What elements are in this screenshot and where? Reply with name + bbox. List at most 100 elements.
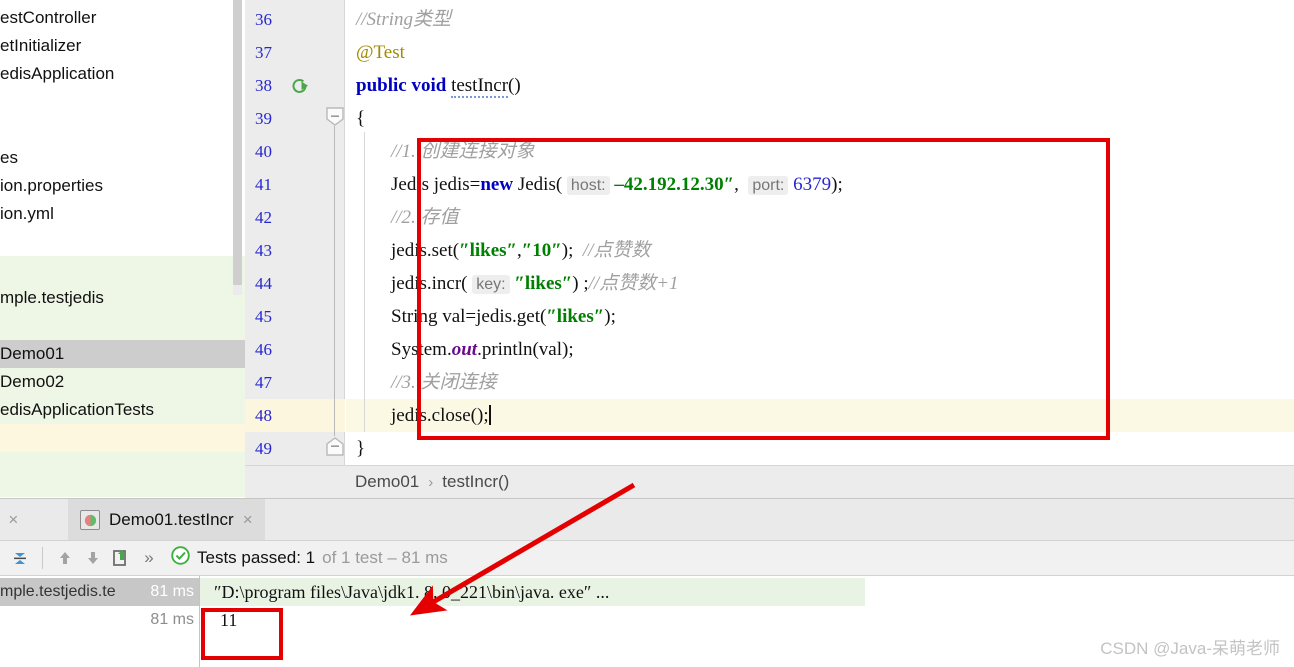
code-token: testIncr [451,75,508,98]
code-editor[interactable]: 3637383940414243444546474849 //String类型 @… [245,0,1294,465]
code-line[interactable]: jedis.incr( key: ″likes″) ;//点赞数+1 [346,267,1294,300]
code-token: //2. 存值 [391,207,459,228]
project-tree-item[interactable]: estController [0,4,245,32]
arrow-up-icon[interactable] [51,544,79,572]
code-token: @Test [356,42,405,63]
project-tree-item[interactable]: Demo01 [0,340,245,368]
project-tree-spacer [0,88,245,116]
code-token: jedis.incr( [391,273,472,294]
fold-region-line [334,126,335,436]
code-token: //点赞数 [583,240,651,261]
line-number: 47 [245,366,345,399]
code-token: , [734,174,748,195]
line-number-label: 46 [255,333,272,366]
line-number: 45 [245,300,345,333]
code-fold-icon[interactable] [325,437,345,459]
line-number: 41 [245,168,345,201]
editor-gutter[interactable]: 3637383940414243444546474849 [245,0,345,465]
export-icon[interactable] [107,544,135,572]
test-status-main: Tests passed: 1 [197,548,315,568]
arrow-down-icon[interactable] [79,544,107,572]
more-actions-icon[interactable]: » [135,544,163,572]
watermark: CSDN @Java-呆萌老师 [1100,634,1280,659]
project-tree-spacer [0,116,245,144]
line-number: 46 [245,333,345,366]
code-token: () [508,75,521,96]
junit-icon [80,510,100,530]
code-token: key: [472,275,509,294]
code-token: jedis.close(); [391,405,489,426]
project-tree-item[interactable]: mple.testjedis [0,284,245,312]
line-number-label: 37 [255,36,272,69]
line-number: 43 [245,234,345,267]
indent-guide [364,132,365,432]
test-results-tree[interactable]: mple.testjedis.te81 ms81 ms [0,576,200,667]
annotation-arrow [380,470,660,650]
line-number-label: 38 [255,69,272,102]
code-token: } [356,438,365,459]
line-number: 37 [245,36,345,69]
project-tree-scrollbar[interactable] [233,0,242,295]
run-test-icon[interactable] [289,75,311,97]
code-line[interactable]: //String类型 [346,3,1294,36]
line-number-label: 40 [255,135,272,168]
project-tree-item[interactable]: edisApplicationTests [0,396,245,424]
close-icon[interactable]: × [243,510,253,530]
tab-demo01-testincr[interactable]: Demo01.testIncr × [68,499,265,541]
editor-code-area[interactable]: //String类型 @Test public void testIncr(){ //… [346,0,1294,465]
code-line[interactable]: public void testIncr() [346,69,1294,102]
project-tree-spacer [0,312,245,340]
project-tree-panel[interactable]: estControlleretInitializeredisApplicatio… [0,0,245,497]
code-line[interactable]: Jedis jedis=new Jedis( host: –42.192.12.… [346,168,1294,201]
more-actions-label: » [144,548,153,568]
project-tree-scrollbar-thumb[interactable] [233,0,242,285]
project-tree-item[interactable]: es [0,144,245,172]
code-token: void [411,75,446,96]
project-tree-item[interactable]: ion.properties [0,172,245,200]
line-number-label: 47 [255,366,272,399]
code-token: String val=jedis.get( [391,306,546,327]
close-icon[interactable]: × [8,510,18,530]
project-tree-item[interactable]: Demo02 [0,368,245,396]
code-line[interactable]: //2. 存值 [346,201,1294,234]
code-line[interactable]: { [346,102,1294,135]
code-token: Jedis( [513,174,567,195]
code-token: System. [391,339,452,360]
line-number-label: 42 [255,201,272,234]
ide-window: estControlleretInitializeredisApplicatio… [0,0,1294,667]
test-tree-row-duration: 81 ms [150,578,200,606]
collapse-all-icon[interactable] [6,544,34,572]
tab-configuration[interactable]: tion × [0,499,30,541]
code-token: //String类型 [356,9,451,30]
code-token: out [452,339,477,360]
code-token: //1. 创建连接对象 [391,141,535,162]
code-line[interactable]: //1. 创建连接对象 [346,135,1294,168]
code-token: .println(val); [477,339,574,360]
line-number: 42 [245,201,345,234]
code-line[interactable]: System.out.println(val); [346,333,1294,366]
test-tree-row[interactable]: mple.testjedis.te81 ms [0,578,200,606]
test-tree-row[interactable]: 81 ms [0,606,200,634]
text-caret [489,405,491,425]
tab-demo01-testincr-label: Demo01.testIncr [109,510,234,530]
line-number: 40 [245,135,345,168]
code-line[interactable]: jedis.set(″likes″,″10″); //点赞数 [346,234,1294,267]
test-tree-row-label: mple.testjedis.te [0,578,150,606]
code-line[interactable]: //3. 关闭连接 [346,366,1294,399]
code-line[interactable]: String val=jedis.get(″likes″); [346,300,1294,333]
code-line[interactable]: jedis.close(); [346,399,1294,432]
project-tree-item[interactable]: ion.yml [0,200,245,228]
line-number-label: 44 [255,267,272,300]
code-line[interactable]: } [346,432,1294,465]
code-token: 6379 [793,174,831,195]
code-line[interactable]: @Test [346,36,1294,69]
line-number: 48 [245,399,345,432]
project-tree-item[interactable]: edisApplication [0,60,245,88]
console-output-line: 11 [200,606,237,634]
code-token: ); [831,174,843,195]
code-fold-icon[interactable] [325,107,345,129]
code-token: ); [604,306,616,327]
success-check-icon [171,546,190,570]
code-token: ″likes″ [459,240,517,261]
project-tree-item[interactable]: etInitializer [0,32,245,60]
